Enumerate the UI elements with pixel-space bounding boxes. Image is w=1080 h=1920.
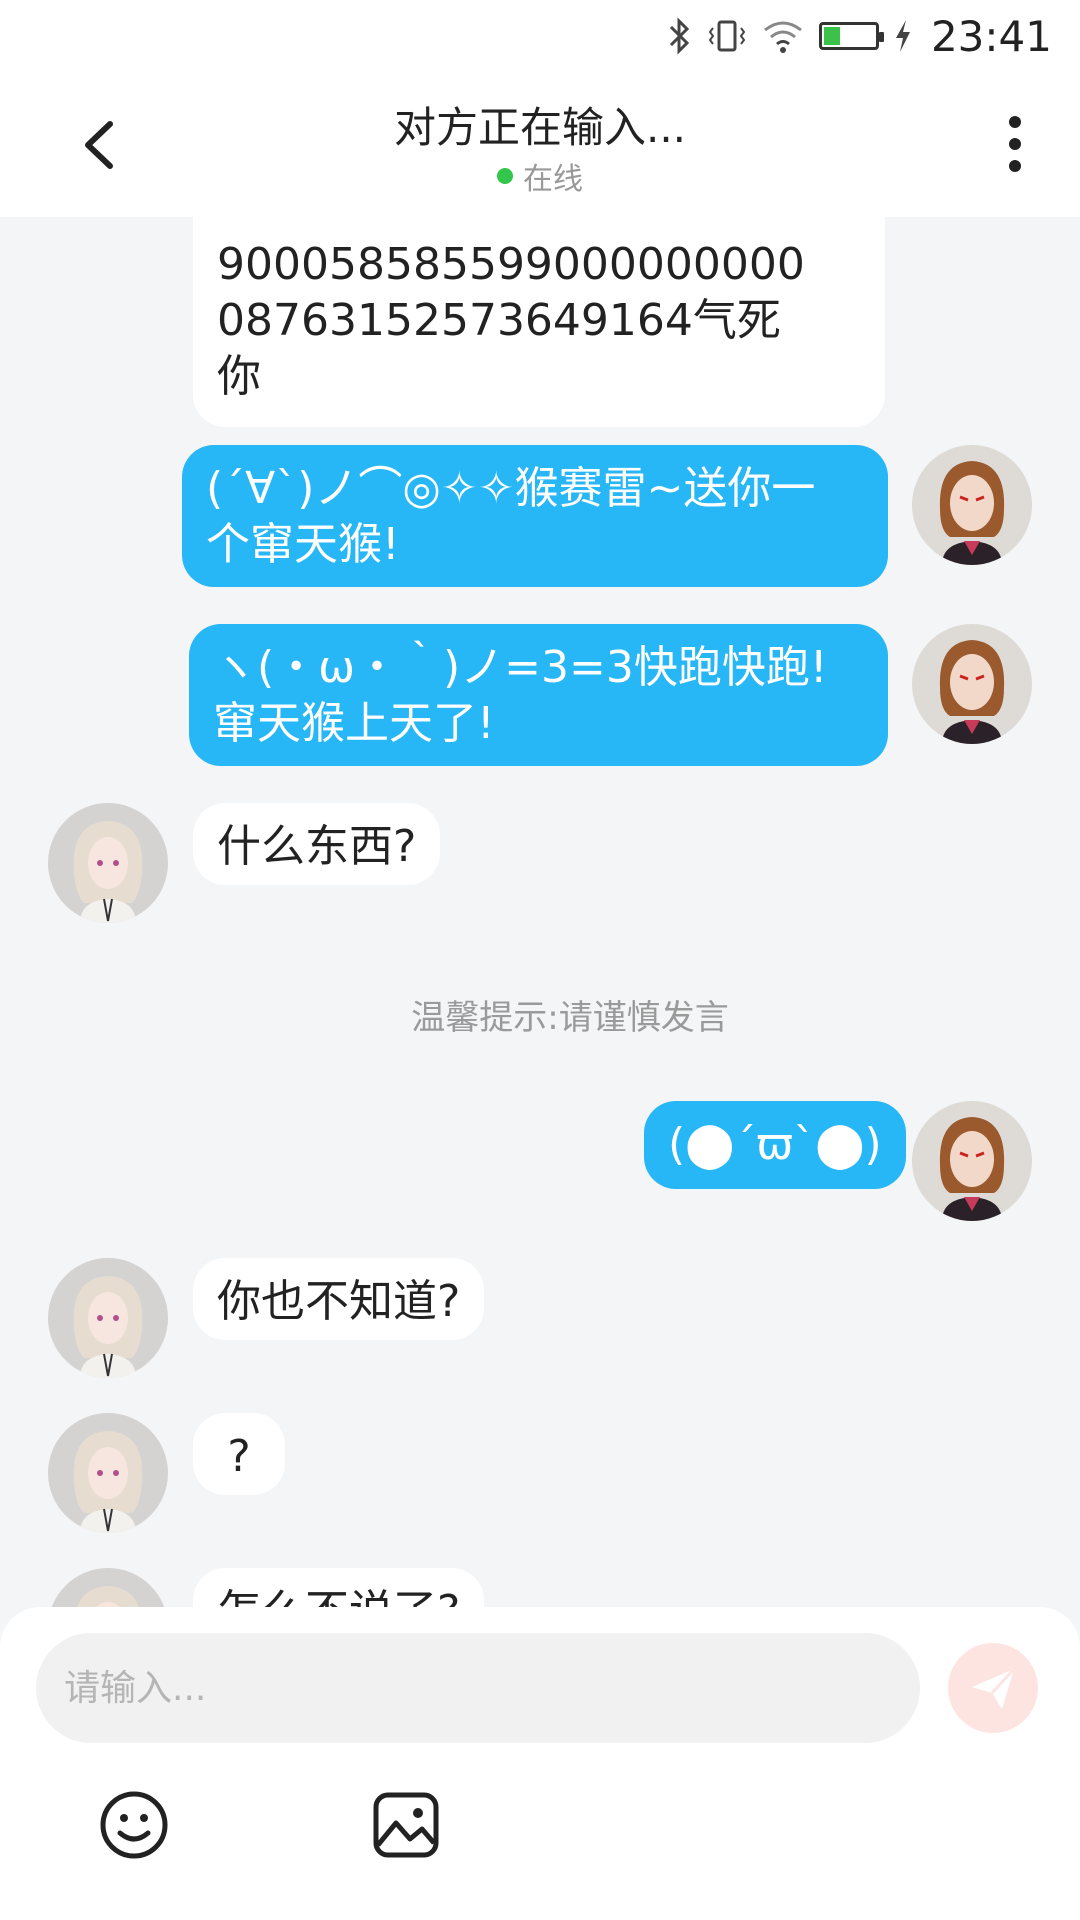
emoji-icon <box>100 1791 168 1859</box>
battery-icon <box>818 16 884 56</box>
more-vertical-icon <box>1009 116 1021 172</box>
message-bubble-received[interactable]: 900058585599000000000 08763152573649164气… <box>193 217 885 427</box>
message-bubble-sent[interactable]: (⬤´ϖ`⬤) <box>644 1101 906 1189</box>
message-bubble-received[interactable]: 什么东西? <box>193 803 441 885</box>
message-list[interactable]: 900058585599000000000 08763152573649164气… <box>0 217 1080 1607</box>
message-input[interactable] <box>36 1633 920 1743</box>
send-icon <box>972 1667 1016 1709</box>
online-status-label: 在线 <box>523 162 583 197</box>
my-avatar[interactable] <box>912 445 1032 565</box>
chat-header: 对方正在输入... 在线 <box>0 72 1080 217</box>
charging-icon <box>893 16 913 56</box>
more-options-button[interactable] <box>990 112 1040 176</box>
online-dot-icon <box>497 168 513 184</box>
message-bubble-received[interactable]: 你也不知道? <box>193 1258 485 1340</box>
emoji-button[interactable] <box>98 1789 170 1861</box>
clock: 23:41 <box>930 11 1052 61</box>
chat-title: 对方正在输入... <box>393 103 687 152</box>
image-icon <box>373 1792 439 1858</box>
contact-avatar[interactable] <box>48 1568 168 1607</box>
image-button[interactable] <box>370 1789 442 1861</box>
status-bar: 23:41 <box>0 0 1080 72</box>
message-bubble-sent[interactable]: (´∀`)ノ⌒◎✧✧猴赛雷~送你一 个窜天猴! <box>182 445 888 587</box>
contact-avatar[interactable] <box>48 1413 168 1533</box>
contact-avatar[interactable] <box>48 1258 168 1378</box>
my-avatar[interactable] <box>912 624 1032 744</box>
safety-notice: 温馨提示:请谨慎发言 <box>411 998 729 1038</box>
contact-avatar[interactable] <box>48 803 168 923</box>
composer <box>0 1607 1080 1920</box>
message-bubble-sent[interactable]: ヽ(・ω・｀)ノ=3=3快跑快跑! 窜天猴上天了! <box>189 624 888 766</box>
send-button[interactable] <box>948 1643 1038 1733</box>
my-avatar[interactable] <box>912 1101 1032 1221</box>
vibrate-icon <box>707 16 747 56</box>
online-status: 在线 <box>0 154 1080 198</box>
wifi-icon <box>761 16 805 56</box>
message-bubble-received[interactable]: 怎么不说了? <box>193 1568 485 1607</box>
bluetooth-icon <box>665 16 693 56</box>
message-bubble-received[interactable]: ? <box>193 1413 285 1495</box>
